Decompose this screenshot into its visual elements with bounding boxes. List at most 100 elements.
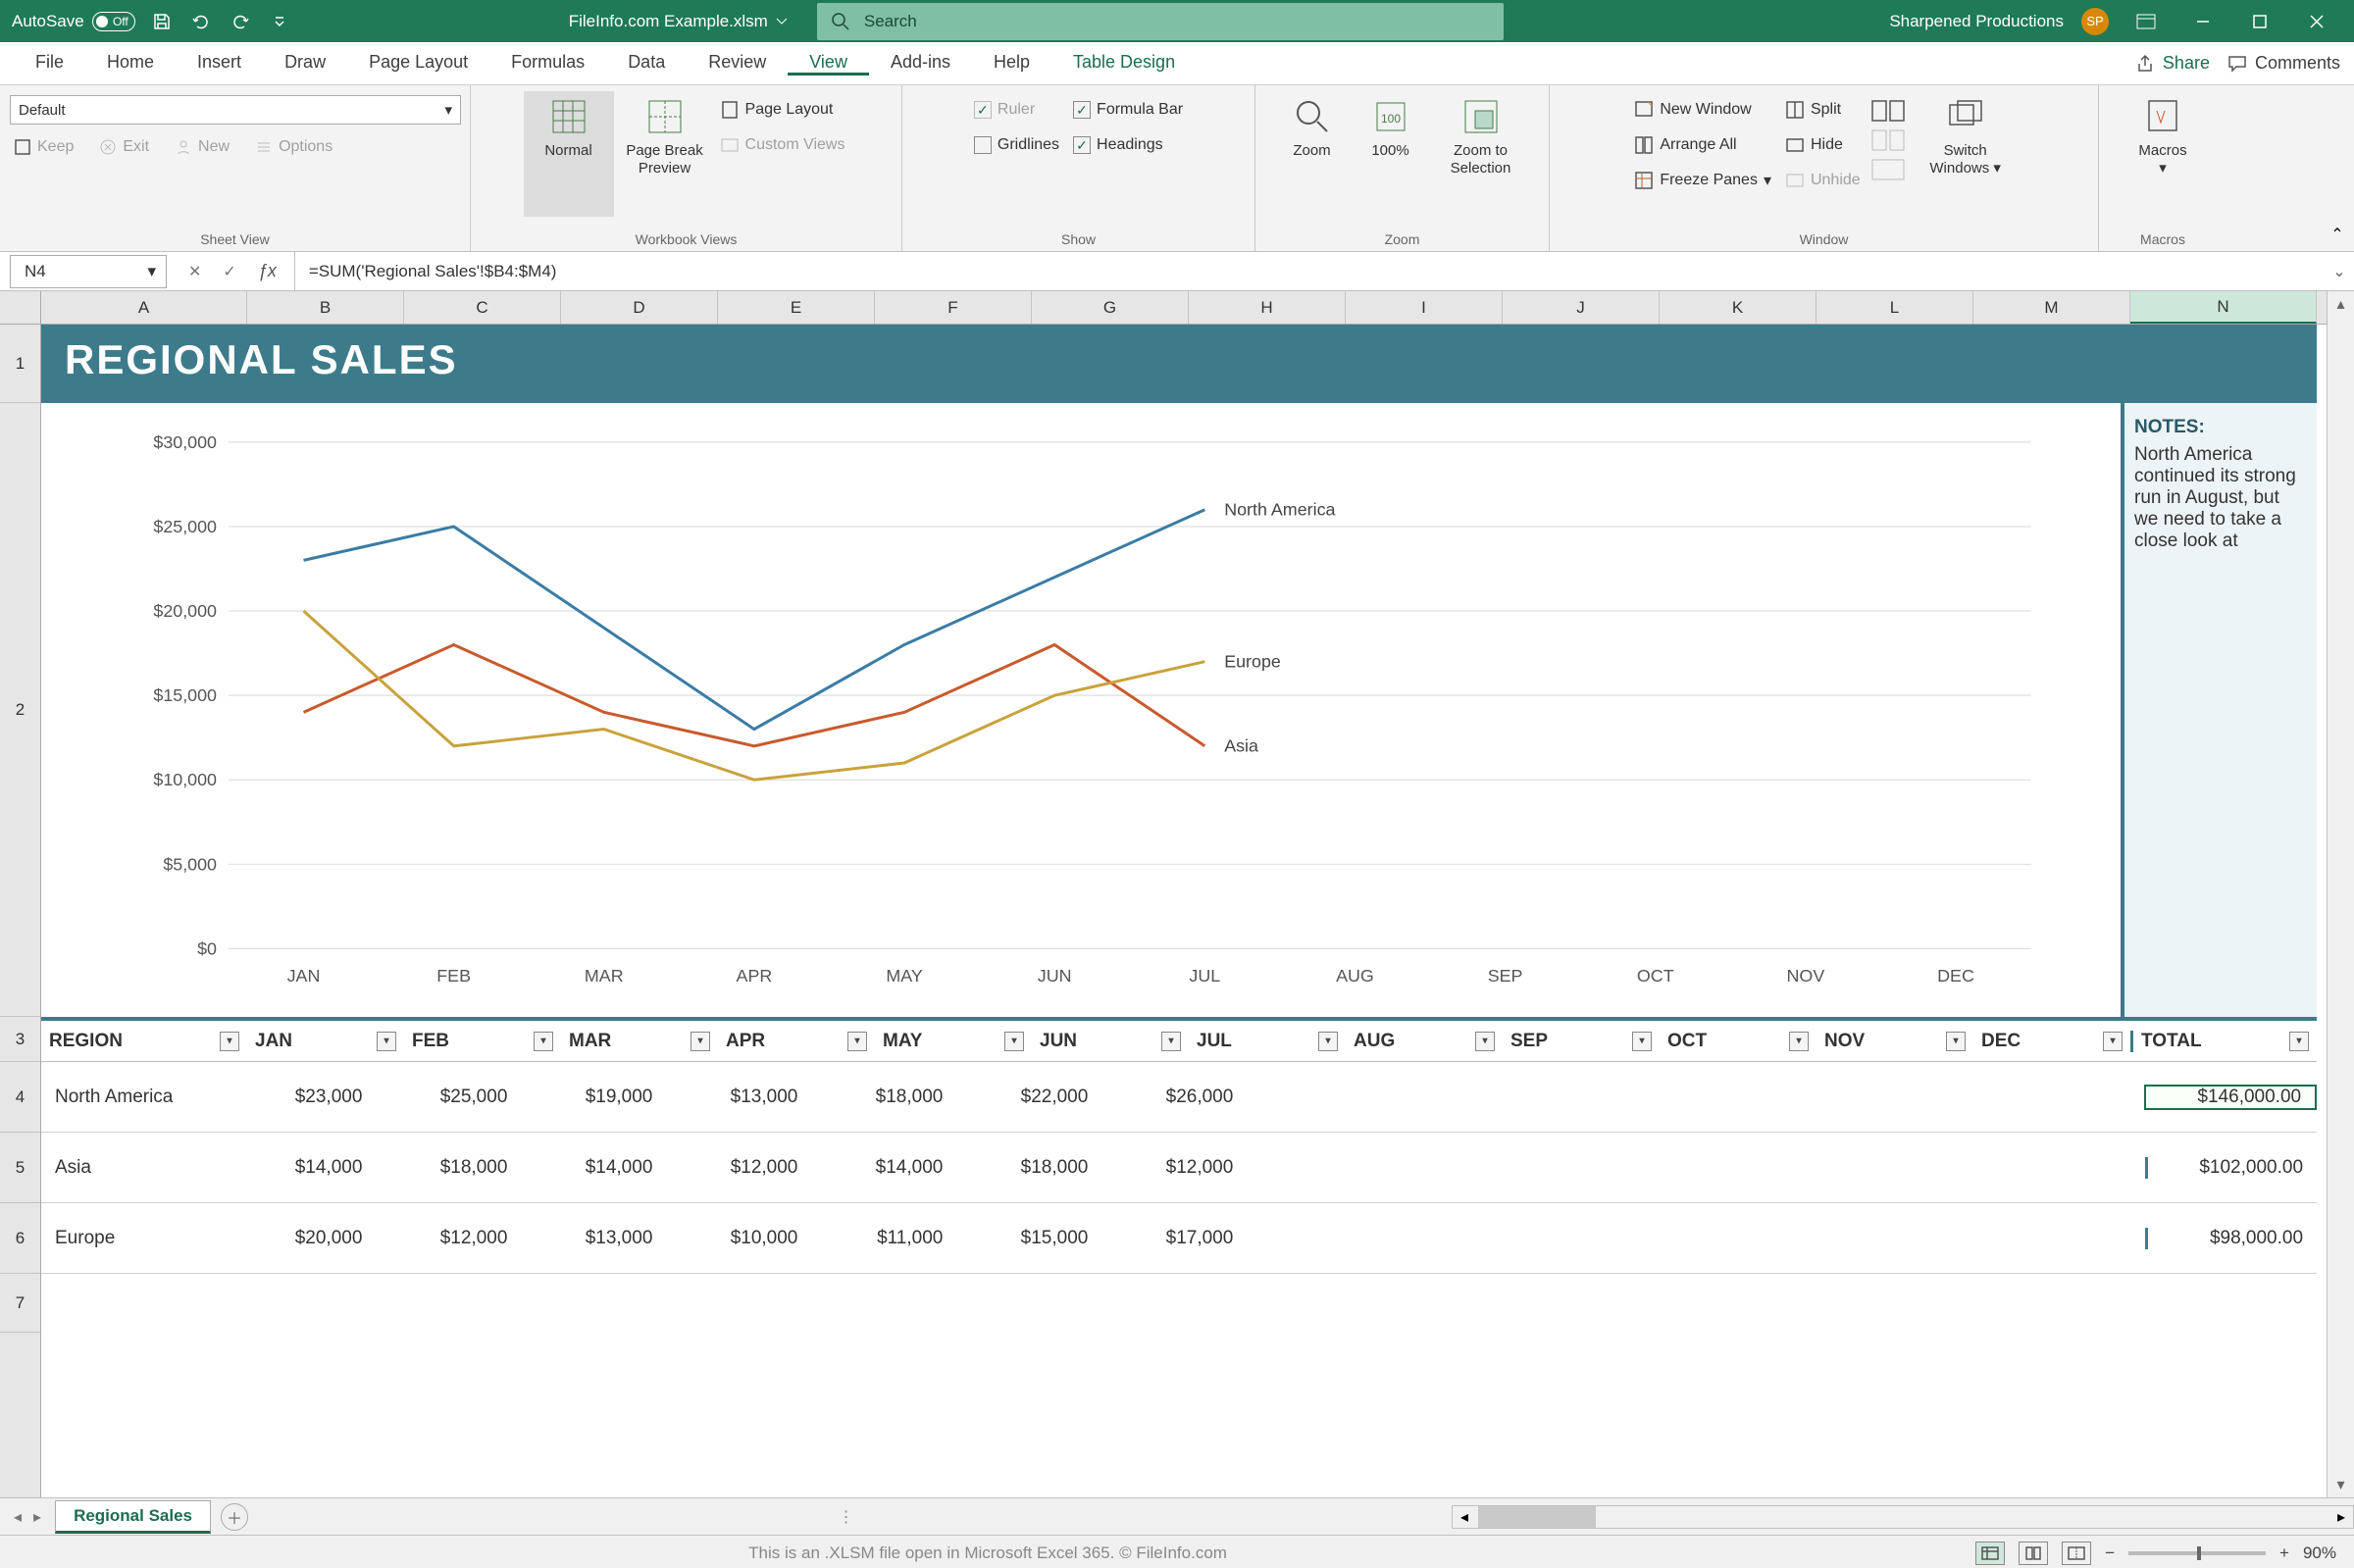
scroll-left-icon[interactable]: ◂ — [1453, 1507, 1476, 1527]
filter-icon[interactable]: ▾ — [1004, 1032, 1024, 1051]
row-header[interactable]: 3 — [0, 1017, 40, 1062]
cell[interactable]: $14,000 — [230, 1157, 376, 1179]
filter-icon[interactable]: ▾ — [220, 1032, 239, 1051]
cell[interactable]: $14,000 — [811, 1157, 956, 1179]
column-header-cell[interactable]: MAY▾ — [875, 1031, 1032, 1052]
filter-icon[interactable]: ▾ — [2103, 1032, 2123, 1051]
tab-file[interactable]: File — [14, 52, 85, 73]
filter-icon[interactable]: ▾ — [534, 1032, 553, 1051]
chart[interactable]: $0$5,000$10,000$15,000$20,000$25,000$30,… — [41, 403, 2121, 1017]
column-header[interactable]: F — [875, 291, 1032, 324]
cell[interactable]: $15,000 — [956, 1228, 1101, 1249]
filter-icon[interactable]: ▾ — [691, 1032, 710, 1051]
tab-view[interactable]: View — [788, 52, 869, 76]
column-header-cell[interactable]: FEB▾ — [404, 1031, 561, 1052]
tab-draw[interactable]: Draw — [263, 52, 347, 73]
minimize-button[interactable] — [2183, 2, 2223, 41]
column-header-cell[interactable]: OCT▾ — [1660, 1031, 1817, 1052]
filter-icon[interactable]: ▾ — [1632, 1032, 1652, 1051]
collapse-ribbon-icon[interactable]: ⌃ — [2327, 224, 2348, 245]
selected-cell[interactable]: $146,000.00 — [2144, 1085, 2317, 1110]
row-header[interactable]: 5 — [0, 1133, 40, 1203]
filter-icon[interactable]: ▾ — [1475, 1032, 1495, 1051]
filter-icon[interactable]: ▾ — [2289, 1032, 2309, 1051]
filter-icon[interactable]: ▾ — [377, 1032, 396, 1051]
arrange-all-button[interactable]: Arrange All — [1630, 130, 1775, 160]
column-header[interactable]: C — [404, 291, 561, 324]
row-header[interactable]: 6 — [0, 1203, 40, 1274]
column-header-cell[interactable]: TOTAL▾ — [2130, 1031, 2317, 1052]
tab-review[interactable]: Review — [687, 52, 788, 73]
zoom-slider[interactable] — [2128, 1551, 2266, 1555]
freeze-panes-button[interactable]: Freeze Panes ▾ — [1630, 166, 1775, 195]
tab-home[interactable]: Home — [85, 52, 176, 73]
cell[interactable]: $25,000 — [376, 1087, 521, 1108]
column-header-cell[interactable]: AUG▾ — [1346, 1031, 1503, 1052]
cell[interactable]: $102,000.00 — [2145, 1157, 2318, 1179]
column-header-cell[interactable]: MAR▾ — [561, 1031, 718, 1052]
reset-window-icon[interactable] — [1870, 158, 1908, 181]
zoom-selection-button[interactable]: Zoom to Selection — [1432, 91, 1530, 217]
zoom-out-button[interactable]: − — [2105, 1543, 2115, 1563]
column-header-cell[interactable]: REGION▾ — [41, 1031, 247, 1052]
cell[interactable]: $18,000 — [956, 1157, 1101, 1179]
cell[interactable]: $26,000 — [1101, 1087, 1247, 1108]
exit-button[interactable]: Exit — [95, 132, 153, 162]
cell[interactable]: $12,000 — [1101, 1157, 1247, 1179]
hide-button[interactable]: Hide — [1781, 130, 1865, 160]
vertical-scrollbar[interactable]: ▴ ▾ — [2327, 291, 2354, 1497]
column-header[interactable]: D — [561, 291, 718, 324]
horizontal-scrollbar[interactable]: ◂ ▸ — [1452, 1505, 2354, 1529]
column-header-cell[interactable]: DEC▾ — [1973, 1031, 2130, 1052]
cell[interactable]: Europe — [41, 1228, 230, 1249]
column-header-cell[interactable]: NOV▾ — [1817, 1031, 1973, 1052]
column-header-cell[interactable]: JAN▾ — [247, 1031, 404, 1052]
add-sheet-button[interactable]: ＋ — [221, 1503, 248, 1531]
column-header[interactable]: J — [1503, 291, 1660, 324]
qat-dropdown-icon[interactable] — [267, 9, 292, 34]
fx-icon[interactable]: ƒx — [258, 252, 295, 290]
formula-input[interactable]: =SUM('Regional Sales'!$B4:$M4) — [295, 262, 2325, 281]
normal-view-icon[interactable] — [1975, 1542, 2005, 1565]
view-side-icon[interactable] — [1870, 99, 1908, 123]
column-header[interactable]: E — [718, 291, 875, 324]
tab-insert[interactable]: Insert — [176, 52, 263, 73]
row-header[interactable]: 2 — [0, 403, 40, 1017]
tab-data[interactable]: Data — [606, 52, 687, 73]
column-header[interactable]: K — [1660, 291, 1817, 324]
keep-button[interactable]: Keep — [10, 132, 77, 162]
page-break-button[interactable]: Page Break Preview — [620, 91, 710, 217]
split-button[interactable]: Split — [1781, 95, 1865, 125]
share-button[interactable]: Share — [2135, 53, 2210, 74]
sheet-nav-prev-icon[interactable]: ◂ — [14, 1507, 22, 1527]
cell[interactable]: $98,000.00 — [2145, 1228, 2318, 1249]
filter-icon[interactable]: ▾ — [1161, 1032, 1181, 1051]
sheet-tab-regional-sales[interactable]: Regional Sales — [55, 1500, 211, 1534]
cell[interactable]: $12,000 — [376, 1228, 521, 1249]
filter-icon[interactable]: ▾ — [1946, 1032, 1966, 1051]
avatar[interactable]: SP — [2081, 8, 2109, 35]
cell[interactable]: $17,000 — [1101, 1228, 1247, 1249]
select-all-corner[interactable] — [0, 291, 40, 325]
enter-formula-icon[interactable]: ✓ — [223, 262, 235, 281]
zoom-100-button[interactable]: 100100% — [1356, 91, 1426, 217]
column-header[interactable]: N — [2130, 291, 2317, 324]
cell[interactable]: Asia — [41, 1157, 230, 1179]
column-header[interactable]: G — [1032, 291, 1189, 324]
cell[interactable]: $10,000 — [666, 1228, 811, 1249]
maximize-button[interactable] — [2240, 2, 2279, 41]
column-header-cell[interactable]: JUN▾ — [1032, 1031, 1189, 1052]
cancel-formula-icon[interactable]: ✕ — [188, 262, 201, 281]
tab-formulas[interactable]: Formulas — [489, 52, 606, 73]
filename[interactable]: FileInfo.com Example.xlsm — [569, 12, 788, 31]
column-header[interactable]: H — [1189, 291, 1346, 324]
tab-page-layout[interactable]: Page Layout — [347, 52, 489, 73]
cell[interactable]: $20,000 — [230, 1228, 376, 1249]
cell[interactable]: $13,000 — [521, 1228, 666, 1249]
sheet-view-dropdown[interactable]: Default▾ — [10, 95, 461, 125]
scroll-right-icon[interactable]: ▸ — [2329, 1507, 2353, 1527]
expand-formula-bar-icon[interactable]: ⌄ — [2325, 262, 2354, 281]
column-header[interactable]: I — [1346, 291, 1503, 324]
filter-icon[interactable]: ▾ — [847, 1032, 867, 1051]
new-window-button[interactable]: New Window — [1630, 95, 1775, 125]
